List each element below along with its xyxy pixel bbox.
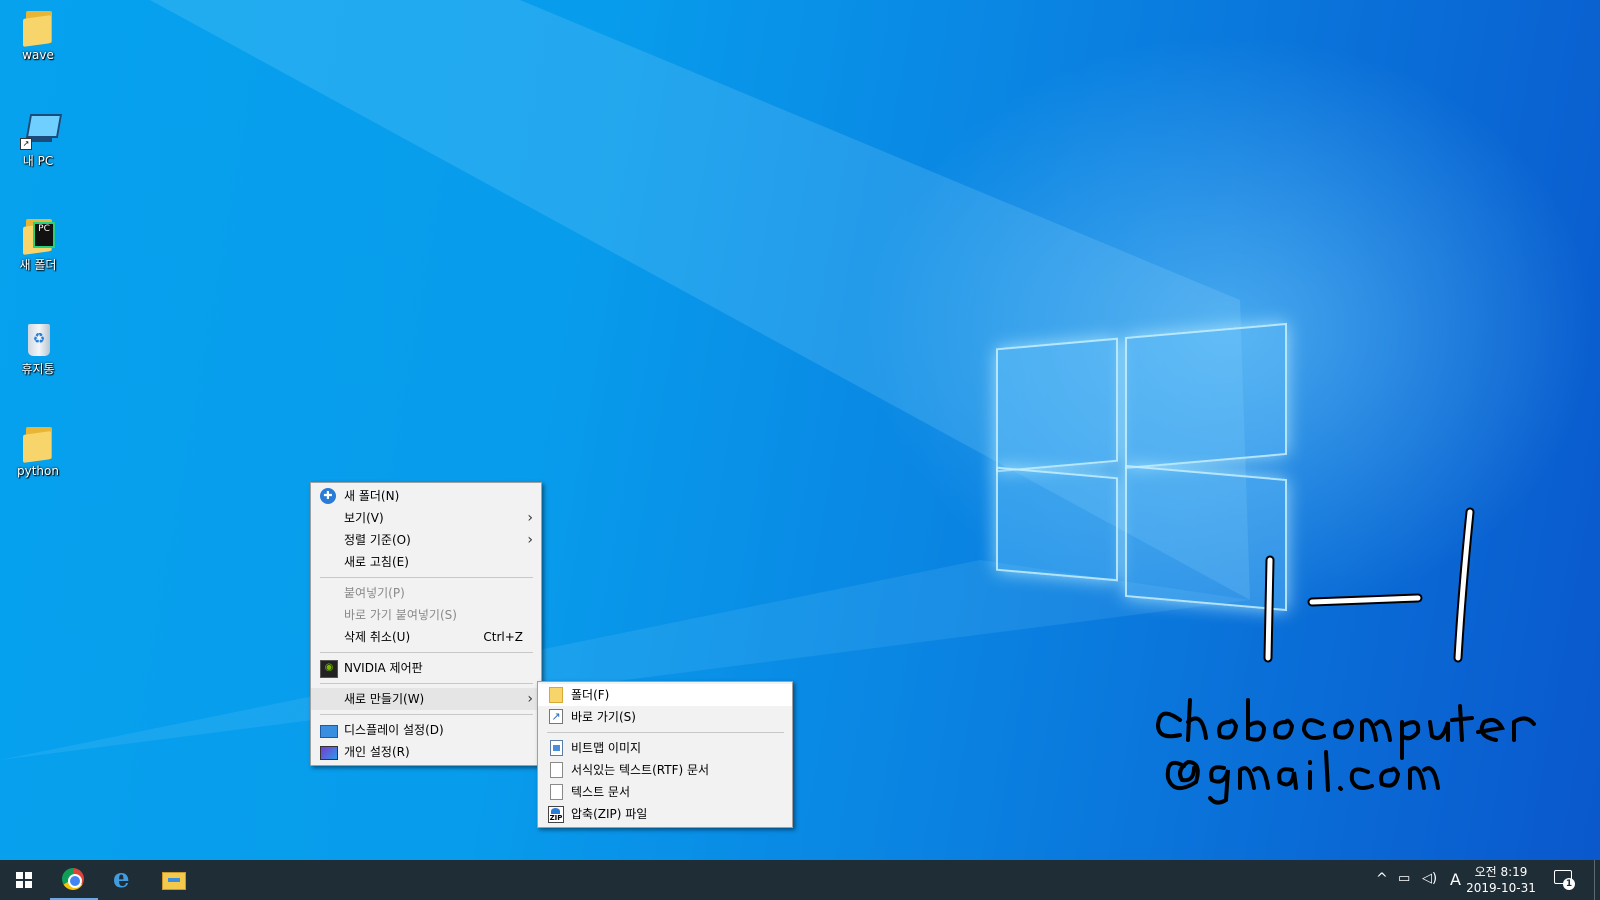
- action-center-button[interactable]: 1: [1554, 870, 1575, 890]
- submenu-item-rtf-document[interactable]: 서식있는 텍스트(RTF) 문서: [538, 759, 792, 781]
- pycharm-folder-icon: PC: [20, 216, 56, 255]
- zip-icon: ZIP: [548, 806, 564, 823]
- desktop-icon-my-pc[interactable]: ↗ 내 PC: [8, 112, 68, 169]
- desktop-context-menu: ✚ 새 폴더(N) 보기(V) › 정렬 기준(O) › 새로 고침(E) 붙여…: [310, 482, 542, 766]
- rtf-document-icon: [550, 762, 563, 778]
- edge-icon: e: [113, 864, 130, 894]
- menu-item-label: 디스플레이 설정(D): [344, 723, 444, 737]
- shortcut-icon: ↗: [549, 709, 563, 724]
- submenu-item-bitmap[interactable]: 비트맵 이미지: [538, 737, 792, 759]
- start-button[interactable]: [0, 860, 48, 900]
- desktop-icon-label: 내 PC: [22, 154, 54, 168]
- desktop-icon-python[interactable]: python: [8, 424, 68, 478]
- file-explorer-icon: [162, 872, 186, 890]
- menu-item-paste: 붙여넣기(P): [311, 582, 541, 604]
- new-submenu: 폴더(F) ↗ 바로 가기(S) 비트맵 이미지 서식있는 텍스트(RTF) 문…: [537, 681, 793, 828]
- bitmap-icon: [550, 740, 563, 756]
- menu-item-label: 붙여넣기(P): [344, 586, 405, 600]
- desktop-icon-label: 휴지통: [21, 362, 55, 376]
- desktop-icon-label: 새 폴더: [19, 258, 57, 272]
- menu-item-view[interactable]: 보기(V) ›: [311, 507, 541, 529]
- menu-item-label: 정렬 기준(O): [344, 533, 411, 547]
- notification-count: 1: [1563, 878, 1575, 890]
- menu-item-label: 새로 만들기(W): [344, 692, 425, 706]
- chevron-right-icon: ›: [527, 510, 533, 526]
- chevron-up-icon[interactable]: ^: [1376, 871, 1388, 887]
- clock-time: 오전 8:19: [1474, 865, 1528, 879]
- submenu-item-zip[interactable]: ZIP 압축(ZIP) 파일: [538, 803, 792, 825]
- menu-item-label: 새로 고침(E): [344, 555, 409, 569]
- menu-item-label: 비트맵 이미지: [571, 741, 642, 755]
- desktop-icon-label: python: [17, 464, 59, 478]
- network-icon[interactable]: ▭: [1398, 871, 1410, 886]
- computer-icon: ↗: [20, 112, 63, 150]
- menu-item-personalize[interactable]: 개인 설정(R): [311, 741, 541, 763]
- clock[interactable]: 오전 8:19 2019-10-31: [1466, 864, 1536, 896]
- menu-item-label: 바로 가기 붙여넣기(S): [344, 608, 457, 622]
- menu-item-label: 서식있는 텍스트(RTF) 문서: [571, 763, 710, 777]
- desktop-icon-new-folder[interactable]: PC 새 폴더: [8, 216, 68, 273]
- menu-item-shortcut: Ctrl+Z: [483, 630, 523, 644]
- menu-item-sort-by[interactable]: 정렬 기준(O) ›: [311, 529, 541, 551]
- volume-icon[interactable]: ◁): [1422, 871, 1437, 886]
- menu-item-refresh[interactable]: 새로 고침(E): [311, 551, 541, 573]
- menu-separator: [547, 732, 784, 733]
- menu-separator: [320, 577, 533, 578]
- start-icon: [16, 872, 32, 888]
- show-desktop-button[interactable]: [1594, 860, 1595, 900]
- text-document-icon: [550, 784, 563, 800]
- menu-item-label: 바로 가기(S): [571, 710, 636, 724]
- taskbar: e ^ ▭ ◁) A 오전 8:19 2019-10-31 1: [0, 860, 1600, 900]
- menu-item-nvidia-control-panel[interactable]: ◉ NVIDIA 제어판: [311, 657, 541, 679]
- menu-item-label: 압축(ZIP) 파일: [571, 807, 648, 821]
- menu-separator: [320, 714, 533, 715]
- desktop-icon-recycle-bin[interactable]: ♻ 휴지통: [8, 320, 68, 377]
- chevron-right-icon: ›: [527, 691, 533, 707]
- desktop[interactable]: wave ↗ 내 PC PC 새 폴더 ♻ 휴지통 python ✚ 새 폴더(…: [0, 0, 1600, 860]
- folder-icon: [549, 687, 563, 703]
- clock-date: 2019-10-31: [1466, 881, 1536, 895]
- menu-item-label: 보기(V): [344, 511, 384, 525]
- taskbar-file-explorer[interactable]: [150, 860, 198, 900]
- menu-item-label: NVIDIA 제어판: [344, 661, 423, 675]
- menu-item-paste-shortcut: 바로 가기 붙여넣기(S): [311, 604, 541, 626]
- handwritten-annotation: [1155, 507, 1536, 805]
- taskbar-chrome[interactable]: [50, 860, 98, 900]
- folder-icon: [20, 424, 56, 463]
- menu-item-undo-delete[interactable]: 삭제 취소(U) Ctrl+Z: [311, 626, 541, 648]
- submenu-item-folder[interactable]: 폴더(F): [538, 684, 792, 706]
- personalize-icon: [320, 746, 338, 760]
- folder-icon: [20, 8, 56, 47]
- chrome-icon: [62, 868, 84, 890]
- taskbar-edge[interactable]: e: [100, 860, 148, 900]
- menu-item-label: 텍스트 문서: [571, 785, 631, 799]
- display-icon: [320, 725, 338, 738]
- desktop-icon-wave[interactable]: wave: [8, 8, 68, 62]
- menu-item-new[interactable]: 새로 만들기(W) ›: [311, 688, 541, 710]
- menu-item-label: 새 폴더(N): [344, 489, 400, 503]
- menu-item-label: 폴더(F): [571, 688, 610, 702]
- menu-separator: [320, 652, 533, 653]
- menu-item-display-settings[interactable]: 디스플레이 설정(D): [311, 719, 541, 741]
- submenu-item-shortcut[interactable]: ↗ 바로 가기(S): [538, 706, 792, 728]
- menu-item-new-folder[interactable]: ✚ 새 폴더(N): [311, 485, 541, 507]
- menu-item-label: 개인 설정(R): [344, 745, 410, 759]
- menu-separator: [320, 683, 533, 684]
- submenu-item-text-document[interactable]: 텍스트 문서: [538, 781, 792, 803]
- new-folder-icon: ✚: [320, 488, 336, 504]
- ime-indicator[interactable]: A: [1450, 870, 1461, 889]
- chevron-right-icon: ›: [527, 532, 533, 548]
- recycle-bin-icon: ♻: [20, 320, 56, 358]
- menu-item-label: 삭제 취소(U): [344, 630, 411, 644]
- desktop-icon-label: wave: [22, 48, 54, 62]
- nvidia-icon: ◉: [320, 660, 338, 678]
